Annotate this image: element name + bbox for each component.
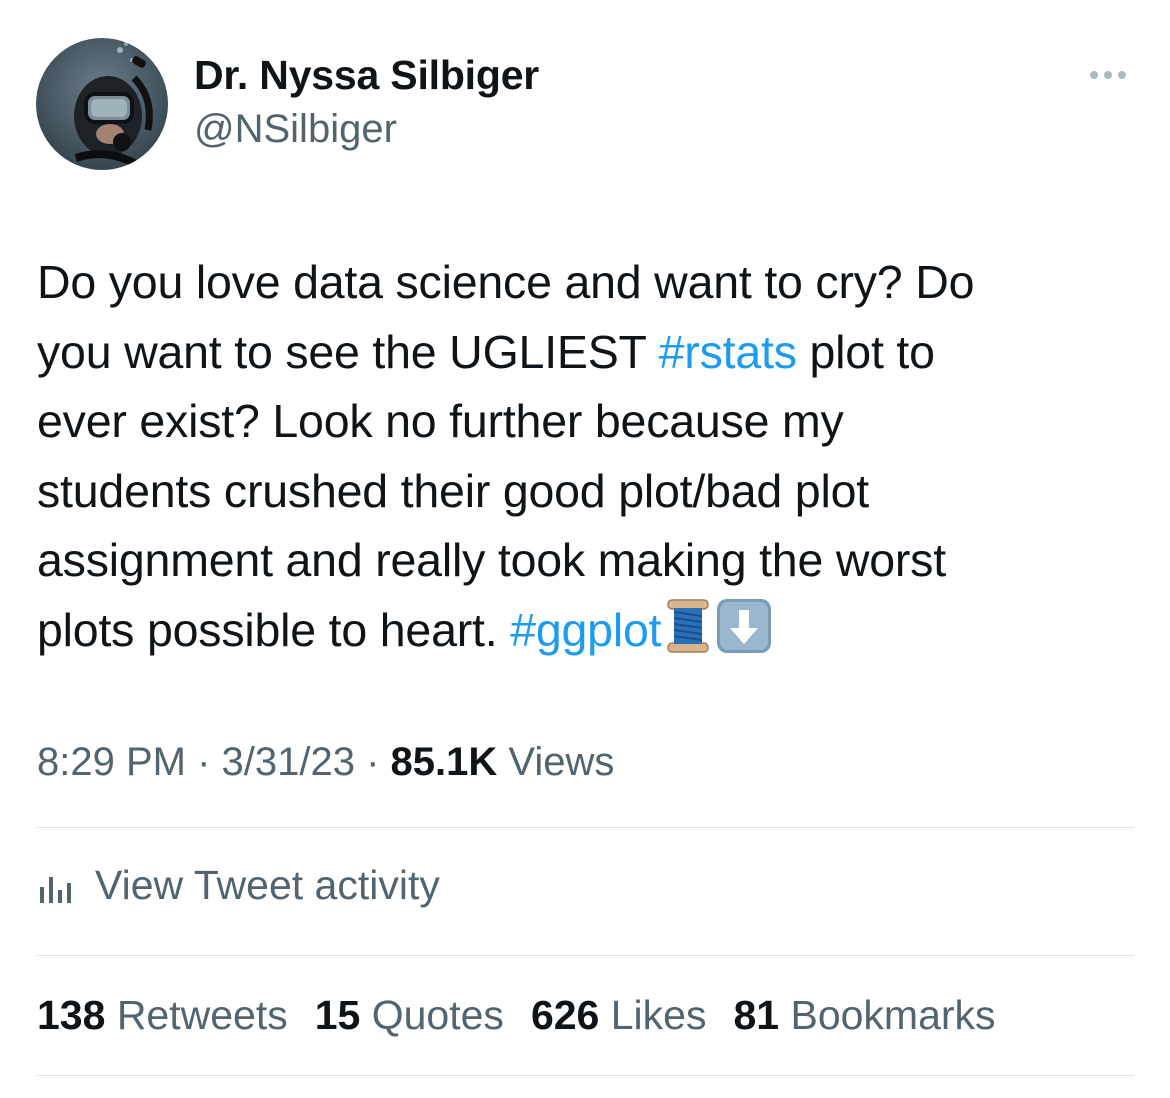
scuba-diver-avatar-icon — [36, 38, 168, 170]
bookmarks-count: 81 — [733, 992, 780, 1038]
tweet-text-line: ever exist? Look no further because my — [37, 395, 844, 447]
retweets-label: Retweets — [105, 992, 288, 1038]
tweet-text: Do you love data science and want to cry… — [37, 248, 1137, 673]
divider — [37, 955, 1134, 956]
quotes-count: 15 — [314, 992, 361, 1038]
likes-count: 626 — [530, 992, 600, 1038]
tweet-text-segment: plots possible to heart. — [37, 603, 511, 656]
hashtag-ggplot-link[interactable]: #ggplot — [510, 604, 661, 656]
views-count: 85.1K — [390, 740, 498, 784]
avatar[interactable] — [36, 38, 168, 170]
likes-label: Likes — [599, 992, 707, 1038]
tweet-detail: Dr. Nyssa Silbiger @NSilbiger Do you lov… — [0, 0, 1170, 1098]
bar-chart-icon — [40, 876, 71, 903]
tweet-text-line: students crushed their good plot/bad plo… — [37, 464, 869, 517]
divider — [37, 827, 1134, 828]
view-tweet-activity-label: View Tweet activity — [95, 862, 440, 908]
meta-separator: · — [185, 740, 222, 784]
meta-separator: · — [354, 740, 391, 784]
author-display-name[interactable]: Dr. Nyssa Silbiger — [194, 52, 539, 99]
tweet-meta: 8:29 PM · 3/31/23 · 85.1K Views — [37, 740, 614, 785]
retweets-stat[interactable]: 138 Retweets — [37, 992, 288, 1039]
quotes-stat[interactable]: 15 Quotes — [315, 992, 504, 1039]
bookmarks-stat[interactable]: 81 Bookmarks — [733, 992, 995, 1039]
views-label: Views — [497, 740, 615, 784]
ellipsis-icon — [1090, 71, 1098, 79]
tweet-text-line: plots possible to heart. #ggplot — [37, 596, 1137, 674]
bookmarks-label: Bookmarks — [779, 992, 996, 1038]
retweets-count: 138 — [37, 992, 106, 1038]
tweet-text-segment: plot to — [796, 325, 935, 378]
tweet-time[interactable]: 8:29 PM — [37, 740, 186, 784]
engagement-stats: 138 Retweets 15 Quotes 626 Likes 81 Book… — [37, 992, 1023, 1039]
more-options-button[interactable] — [1080, 60, 1136, 90]
divider — [37, 1075, 1134, 1076]
hashtag-rstats-link[interactable]: #rstats — [659, 326, 797, 378]
likes-stat[interactable]: 626 Likes — [531, 992, 707, 1039]
view-tweet-activity-button[interactable]: View Tweet activity — [37, 862, 440, 909]
ellipsis-icon-dot — [1104, 71, 1112, 79]
tweet-text-line: assignment and really took making the wo… — [37, 534, 946, 586]
tweet-text-line: you want to see the UGLIEST #rstats plot… — [37, 318, 1137, 388]
thread-spool-emoji-icon — [665, 598, 711, 674]
ellipsis-icon-dot — [1118, 71, 1126, 79]
author-handle[interactable]: @NSilbiger — [194, 107, 397, 152]
tweet-text-line: Do you love data science and want to cry… — [37, 256, 975, 308]
tweet-date[interactable]: 3/31/23 — [222, 740, 355, 784]
down-arrow-emoji-icon — [715, 598, 773, 674]
quotes-label: Quotes — [360, 992, 504, 1038]
tweet-text-segment: you want to see the UGLIEST — [37, 325, 659, 378]
